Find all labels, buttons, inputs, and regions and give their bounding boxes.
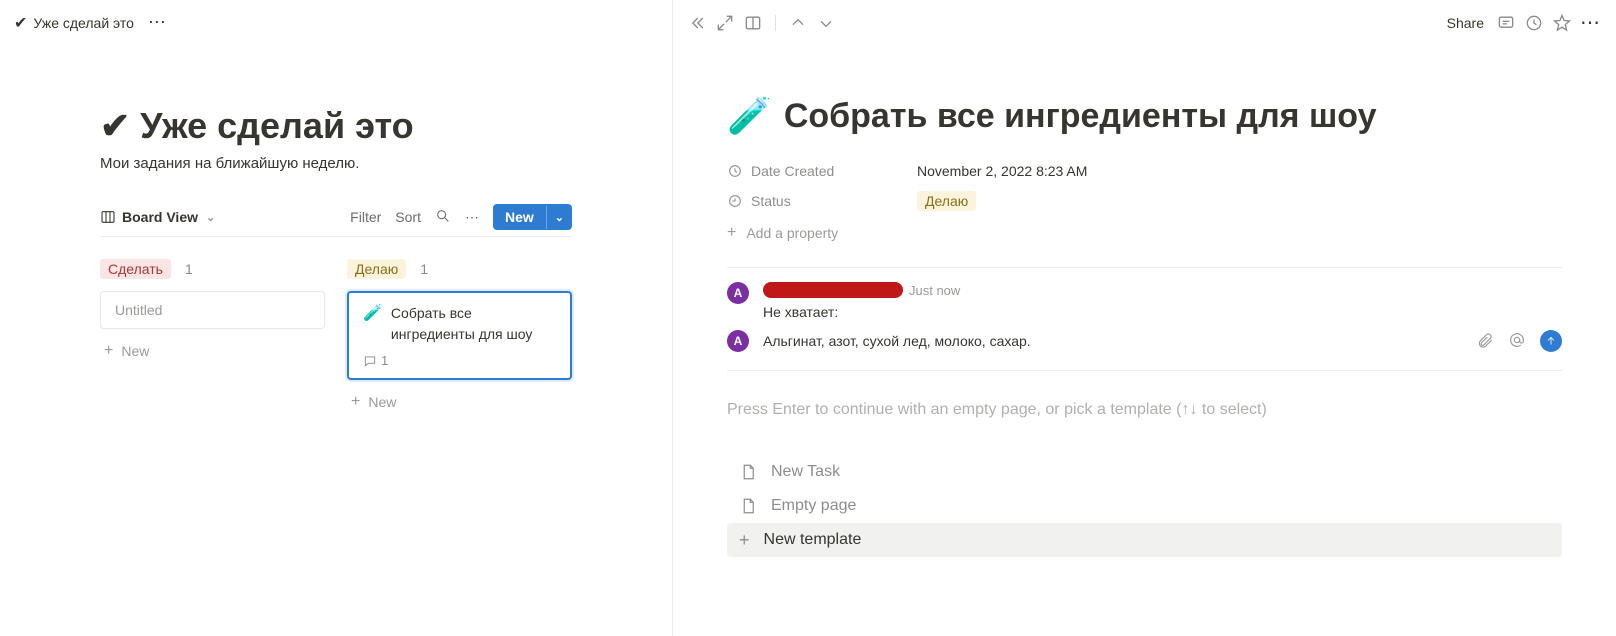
add-card-button[interactable]: + New [347,388,572,416]
template-label: Empty page [771,497,856,515]
divider [727,370,1562,371]
comments-icon[interactable] [1496,13,1516,33]
card-title: Untitled [115,302,162,318]
plus-icon: + [727,225,736,241]
divider [727,267,1562,268]
check-icon: ✔ [14,13,27,33]
view-switcher[interactable]: Board View ⌄ [100,209,215,225]
prop-value: November 2, 2022 8:23 AM [917,163,1087,179]
add-property-button[interactable]: + Add a property [727,217,1562,249]
add-card-label: New [121,343,149,359]
card-ingredients[interactable]: 🧪 Собрать все ингредиенты для шоу 1 [347,291,572,380]
board-icon [100,209,116,225]
detail-title[interactable]: Собрать все ингредиенты для шоу [784,97,1377,136]
plus-icon: + [104,343,113,359]
board-column-doing: Делаю 1 🧪 Собрать все ингредиенты для шо… [347,259,572,416]
comment-author-redacted [763,282,903,298]
breadcrumb-more-icon[interactable]: ⋯ [148,12,167,33]
next-icon[interactable] [816,13,836,33]
expand-icon[interactable] [715,13,735,33]
column-tag[interactable]: Сделать [100,259,171,279]
property-date-created[interactable]: Date Created November 2, 2022 8:23 AM [727,157,1562,185]
page-emoji-icon[interactable]: 🧪 [727,95,772,137]
breadcrumb-title[interactable]: Уже сделай это [33,15,134,31]
template-new-task[interactable]: New Task [727,455,1562,489]
share-button[interactable]: Share [1447,15,1484,31]
favorite-icon[interactable] [1552,13,1572,33]
sort-button[interactable]: Sort [395,209,421,225]
column-tag[interactable]: Делаю [347,259,406,279]
template-hint: Press Enter to continue with an empty pa… [727,401,1562,419]
card-title: Собрать все ингредиенты для шоу [391,303,556,345]
page-title[interactable]: Уже сделай это [140,105,413,147]
page-icon [739,463,757,481]
avatar: A [727,330,749,352]
search-icon[interactable] [435,208,451,227]
separator [775,15,776,31]
mention-icon[interactable] [1508,331,1526,352]
prev-icon[interactable] [788,13,808,33]
comment: A Just now Не хватает: [727,282,1562,320]
comment-time: Just now [909,283,960,298]
filter-button[interactable]: Filter [350,209,381,225]
page-subtitle[interactable]: Мои задания на ближайшую неделю. [100,155,572,172]
view-name: Board View [122,209,198,225]
new-button-label: New [493,204,546,230]
add-property-label: Add a property [746,225,838,241]
card-untitled[interactable]: Untitled [100,291,325,329]
comment-icon [363,354,377,368]
page-more-icon[interactable]: ⋯ [1580,10,1602,35]
column-count: 1 [185,261,193,277]
board-column-todo: Сделать 1 Untitled + New [100,259,325,416]
new-button-dropdown[interactable]: ⌄ [546,206,572,229]
avatar: A [727,282,749,304]
template-new-template[interactable]: + New template [727,523,1562,557]
column-count: 1 [420,261,428,277]
clock-icon [727,163,743,179]
plus-icon: + [739,531,750,549]
prop-label: Status [751,193,791,209]
attach-icon[interactable] [1476,331,1494,352]
template-empty-page[interactable]: Empty page [727,489,1562,523]
page-icon [739,497,757,515]
card-comment-count: 1 [381,353,388,368]
updates-icon[interactable] [1524,13,1544,33]
collapse-icon[interactable] [687,13,707,33]
prop-label: Date Created [751,163,834,179]
new-button[interactable]: New ⌄ [493,204,572,230]
status-icon [727,193,743,209]
comment-input[interactable]: Альгинат, азот, сухой лед, молоко, сахар… [763,333,1462,349]
template-label: New template [764,531,862,549]
view-more-icon[interactable]: ⋯ [465,209,479,226]
send-button[interactable] [1540,330,1562,352]
comment-text: Не хватает: [763,304,1562,320]
card-emoji-icon: 🧪 [363,303,383,325]
add-card-button[interactable]: + New [100,337,325,365]
plus-icon: + [351,394,360,410]
template-label: New Task [771,463,840,481]
peek-mode-icon[interactable] [743,13,763,33]
comment-input-row: A Альгинат, азот, сухой лед, молоко, сах… [727,330,1562,352]
breadcrumb: ✔ Уже сделай это ⋯ [0,0,672,45]
property-status[interactable]: Status Делаю [727,185,1562,217]
chevron-down-icon: ⌄ [206,211,215,224]
add-card-label: New [368,394,396,410]
prop-value-tag: Делаю [917,191,976,211]
page-icon-check[interactable]: ✔ [100,105,130,147]
